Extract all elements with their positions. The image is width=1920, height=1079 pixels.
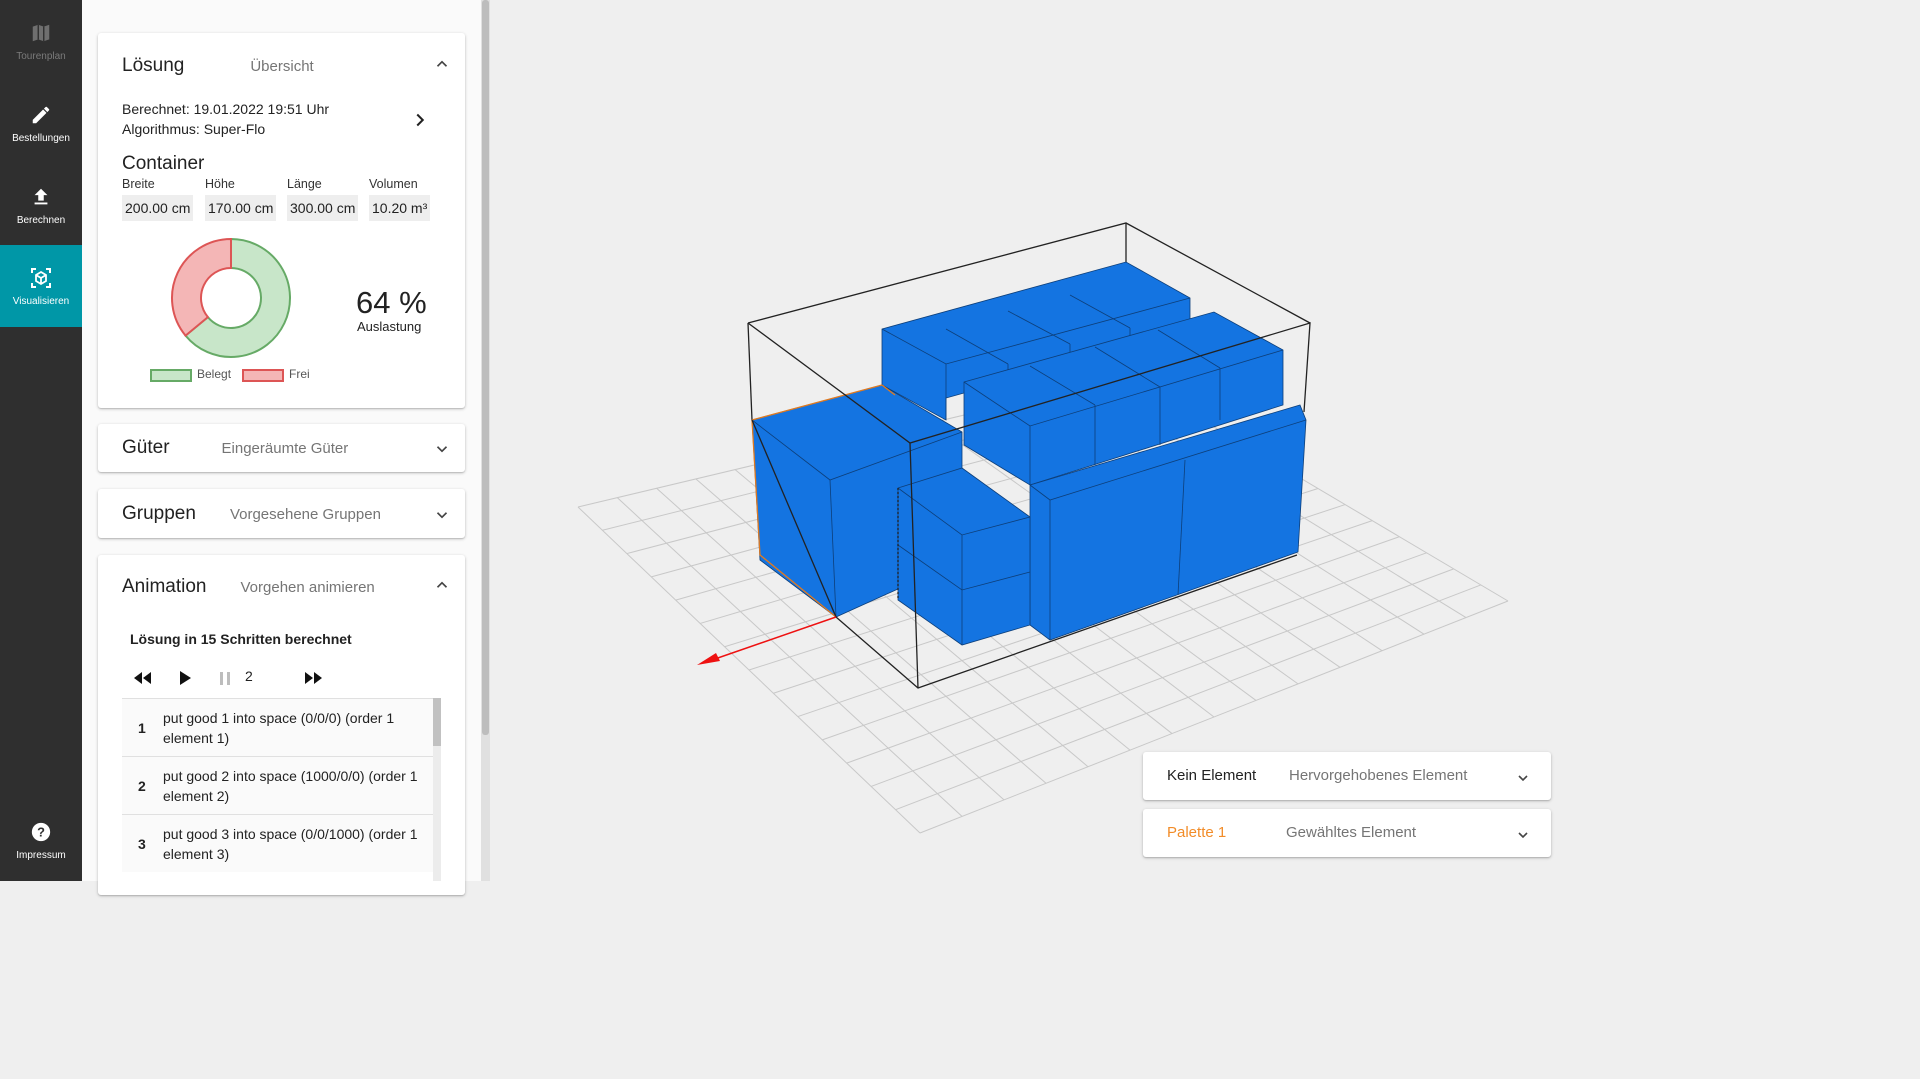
card-title: Güter	[122, 437, 170, 458]
highlighted-element-card[interactable]: Kein Element Hervorgehobenes Element	[1143, 752, 1551, 800]
utilization-percent: 64 %	[356, 285, 427, 320]
card-title: Animation	[122, 576, 207, 597]
step-row[interactable]: 2 put good 2 into space (1000/0/0) (orde…	[122, 756, 434, 814]
selected-element-label: Gewähltes Element	[1286, 824, 1417, 841]
help-circle-icon: ?	[29, 820, 53, 844]
legend-used-label: Belegt	[197, 367, 232, 381]
chevron-up-icon[interactable]	[433, 576, 451, 594]
nav-label: Tourenplan	[16, 50, 66, 62]
step-text: put good 2 into space (1000/0/0) (order …	[163, 768, 418, 804]
chevron-down-icon[interactable]	[433, 440, 451, 458]
nav-bestellungen[interactable]: Bestellungen	[0, 82, 82, 164]
nav-label: Bestellungen	[12, 132, 70, 144]
chevron-right-icon[interactable]	[409, 109, 431, 131]
loesung-card: Lösung Übersicht Berechnet: 19.01.2022 1…	[98, 33, 465, 408]
legend-used-swatch	[150, 369, 192, 382]
current-step: 2	[245, 668, 253, 684]
gruppen-card[interactable]: Gruppen Vorgesehene Gruppen	[98, 489, 465, 538]
chevron-up-icon[interactable]	[433, 55, 451, 73]
svg-text:?: ?	[37, 824, 45, 839]
gueter-card[interactable]: Güter Eingeräumte Güter	[98, 424, 465, 472]
legend-free-swatch	[242, 369, 284, 382]
card-subtitle: Vorgesehene Gruppen	[229, 505, 381, 523]
dim-value-hoehe: 170.00 cm	[205, 195, 277, 221]
legend-free-label: Frei	[289, 367, 310, 381]
dim-value-breite: 200.00 cm	[122, 195, 194, 221]
card-title: Gruppen	[122, 503, 196, 524]
animation-summary: Lösung in 15 Schritten berechnet	[130, 631, 352, 647]
step-list-scroll-thumb[interactable]	[433, 698, 441, 746]
dim-label-hoehe: Höhe	[205, 177, 235, 191]
card-title: Lösung	[122, 55, 185, 76]
3d-viewport[interactable]	[490, 0, 1568, 881]
highlighted-element-label: Hervorgehobenes Element	[1289, 767, 1468, 784]
selected-element-card[interactable]: Palette 1 Gewähltes Element	[1143, 809, 1551, 857]
map-icon	[29, 21, 53, 45]
step-text: put good 1 into space (0/0/0) (order 1 e…	[163, 710, 395, 746]
card-subtitle: Übersicht	[250, 57, 314, 75]
container-title: Container	[122, 153, 205, 174]
package-stack-front-low	[897, 467, 1031, 646]
step-number: 2	[138, 778, 146, 794]
pause-icon[interactable]	[215, 668, 235, 688]
algorithm-name: Algorithmus: Super-Flo	[122, 121, 266, 137]
upload-icon	[29, 185, 53, 209]
step-row[interactable]: 3 put good 3 into space (0/0/1000) (orde…	[122, 814, 434, 872]
nav-visualisieren[interactable]: Visualisieren	[0, 245, 82, 327]
step-list-scrollbar[interactable]	[433, 698, 441, 881]
nav-rail: Tourenplan Bestellungen Berechnen Visual…	[0, 0, 82, 881]
dim-label-laenge: Länge	[287, 177, 322, 191]
dim-value-laenge: 300.00 cm	[287, 195, 359, 221]
selected-element-value: Palette 1	[1167, 824, 1227, 841]
step-text: put good 3 into space (0/0/1000) (order …	[163, 826, 418, 862]
rewind-icon[interactable]	[131, 668, 153, 688]
pencil-icon	[29, 103, 53, 127]
play-icon[interactable]	[175, 668, 195, 688]
step-number: 3	[138, 836, 146, 852]
step-row[interactable]: 1 put good 1 into space (0/0/0) (order 1…	[122, 698, 434, 756]
chevron-down-icon[interactable]	[433, 506, 451, 524]
scrollbar-thumb[interactable]	[482, 0, 489, 735]
utilization-label: Auslastung	[357, 319, 422, 334]
sidebar-scrollbar[interactable]	[481, 0, 490, 881]
chevron-down-icon[interactable]	[1515, 827, 1531, 843]
x-axis-arrow	[697, 616, 837, 665]
donut-free-segment	[171, 237, 232, 338]
utilization-donut	[171, 237, 291, 358]
dim-label-breite: Breite	[122, 177, 155, 191]
cube-scan-icon	[29, 266, 53, 290]
chevron-down-icon[interactable]	[1515, 770, 1531, 786]
card-subtitle: Eingeräumte Güter	[221, 439, 349, 457]
dim-label-volumen: Volumen	[369, 177, 418, 191]
card-subtitle: Vorgehen animieren	[240, 578, 375, 596]
highlighted-element-value: Kein Element	[1167, 767, 1257, 784]
nav-label: Impressum	[16, 849, 66, 861]
nav-berechnen[interactable]: Berechnen	[0, 164, 82, 246]
nav-impressum[interactable]: ? Impressum	[0, 799, 82, 881]
nav-label: Visualisieren	[12, 295, 70, 307]
nav-tourenplan[interactable]: Tourenplan	[0, 0, 82, 82]
fast-forward-icon[interactable]	[303, 668, 325, 688]
step-number: 1	[138, 720, 146, 736]
dim-value-volumen: 10.20 m³	[369, 195, 431, 221]
nav-label: Berechnen	[16, 214, 66, 226]
computed-timestamp: Berechnet: 19.01.2022 19:51 Uhr	[122, 101, 330, 117]
